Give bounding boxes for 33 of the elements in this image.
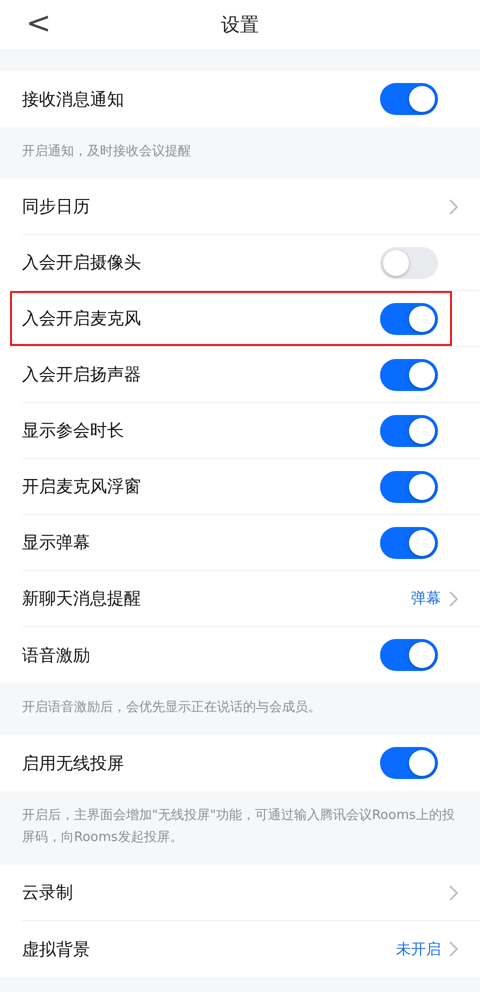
chevron-right-icon xyxy=(449,590,458,606)
setting-label: 新聊天消息提醒 xyxy=(22,588,142,610)
setting-label: 云录制 xyxy=(22,882,74,904)
toggle-switch[interactable] xyxy=(380,639,438,671)
toggle-switch[interactable] xyxy=(380,83,438,115)
chevron-right-icon xyxy=(449,941,458,957)
setting-value: 弹幕 xyxy=(411,589,441,608)
setting-label: 入会开启扬声器 xyxy=(22,364,142,386)
setting-label: 入会开启摄像头 xyxy=(22,252,142,274)
chevron-right-icon xyxy=(449,884,458,900)
page-title: 设置 xyxy=(221,13,259,38)
section-note: 开启语音激励后，会优先显示正在说话的与会成员。 xyxy=(22,700,321,715)
setting-label: 接收消息通知 xyxy=(22,88,125,110)
setting-label: 开启麦克风浮窗 xyxy=(22,476,142,498)
setting-value: 未开启 xyxy=(396,940,441,958)
setting-label: 显示参会时长 xyxy=(22,420,125,442)
toggle-switch[interactable] xyxy=(380,526,438,558)
chevron-right-icon xyxy=(449,198,458,214)
toggle-switch[interactable] xyxy=(380,414,438,446)
toggle-switch[interactable] xyxy=(380,747,438,779)
setting-label: 显示弹幕 xyxy=(22,532,91,554)
toggle-switch[interactable] xyxy=(380,358,438,390)
setting-label: 启用无线投屏 xyxy=(22,752,125,774)
section-note: 开启通知，及时接收会议提醒 xyxy=(22,144,191,159)
toggle-switch[interactable] xyxy=(380,470,438,502)
section-note: 开启后，主界面会增加"无线投屏"功能，可通过输入腾讯会议Rooms上的投屏码，向Rooms发起投屏。 xyxy=(22,808,455,845)
setting-label: 入会开启麦克风 xyxy=(22,308,142,330)
toggle-switch[interactable] xyxy=(380,246,438,278)
setting-label: 虚拟背景 xyxy=(22,938,91,960)
setting-label: 同步日历 xyxy=(22,196,91,218)
setting-label: 语音激励 xyxy=(22,644,91,666)
back-button[interactable]: < xyxy=(20,6,58,42)
toggle-switch[interactable] xyxy=(380,302,438,334)
